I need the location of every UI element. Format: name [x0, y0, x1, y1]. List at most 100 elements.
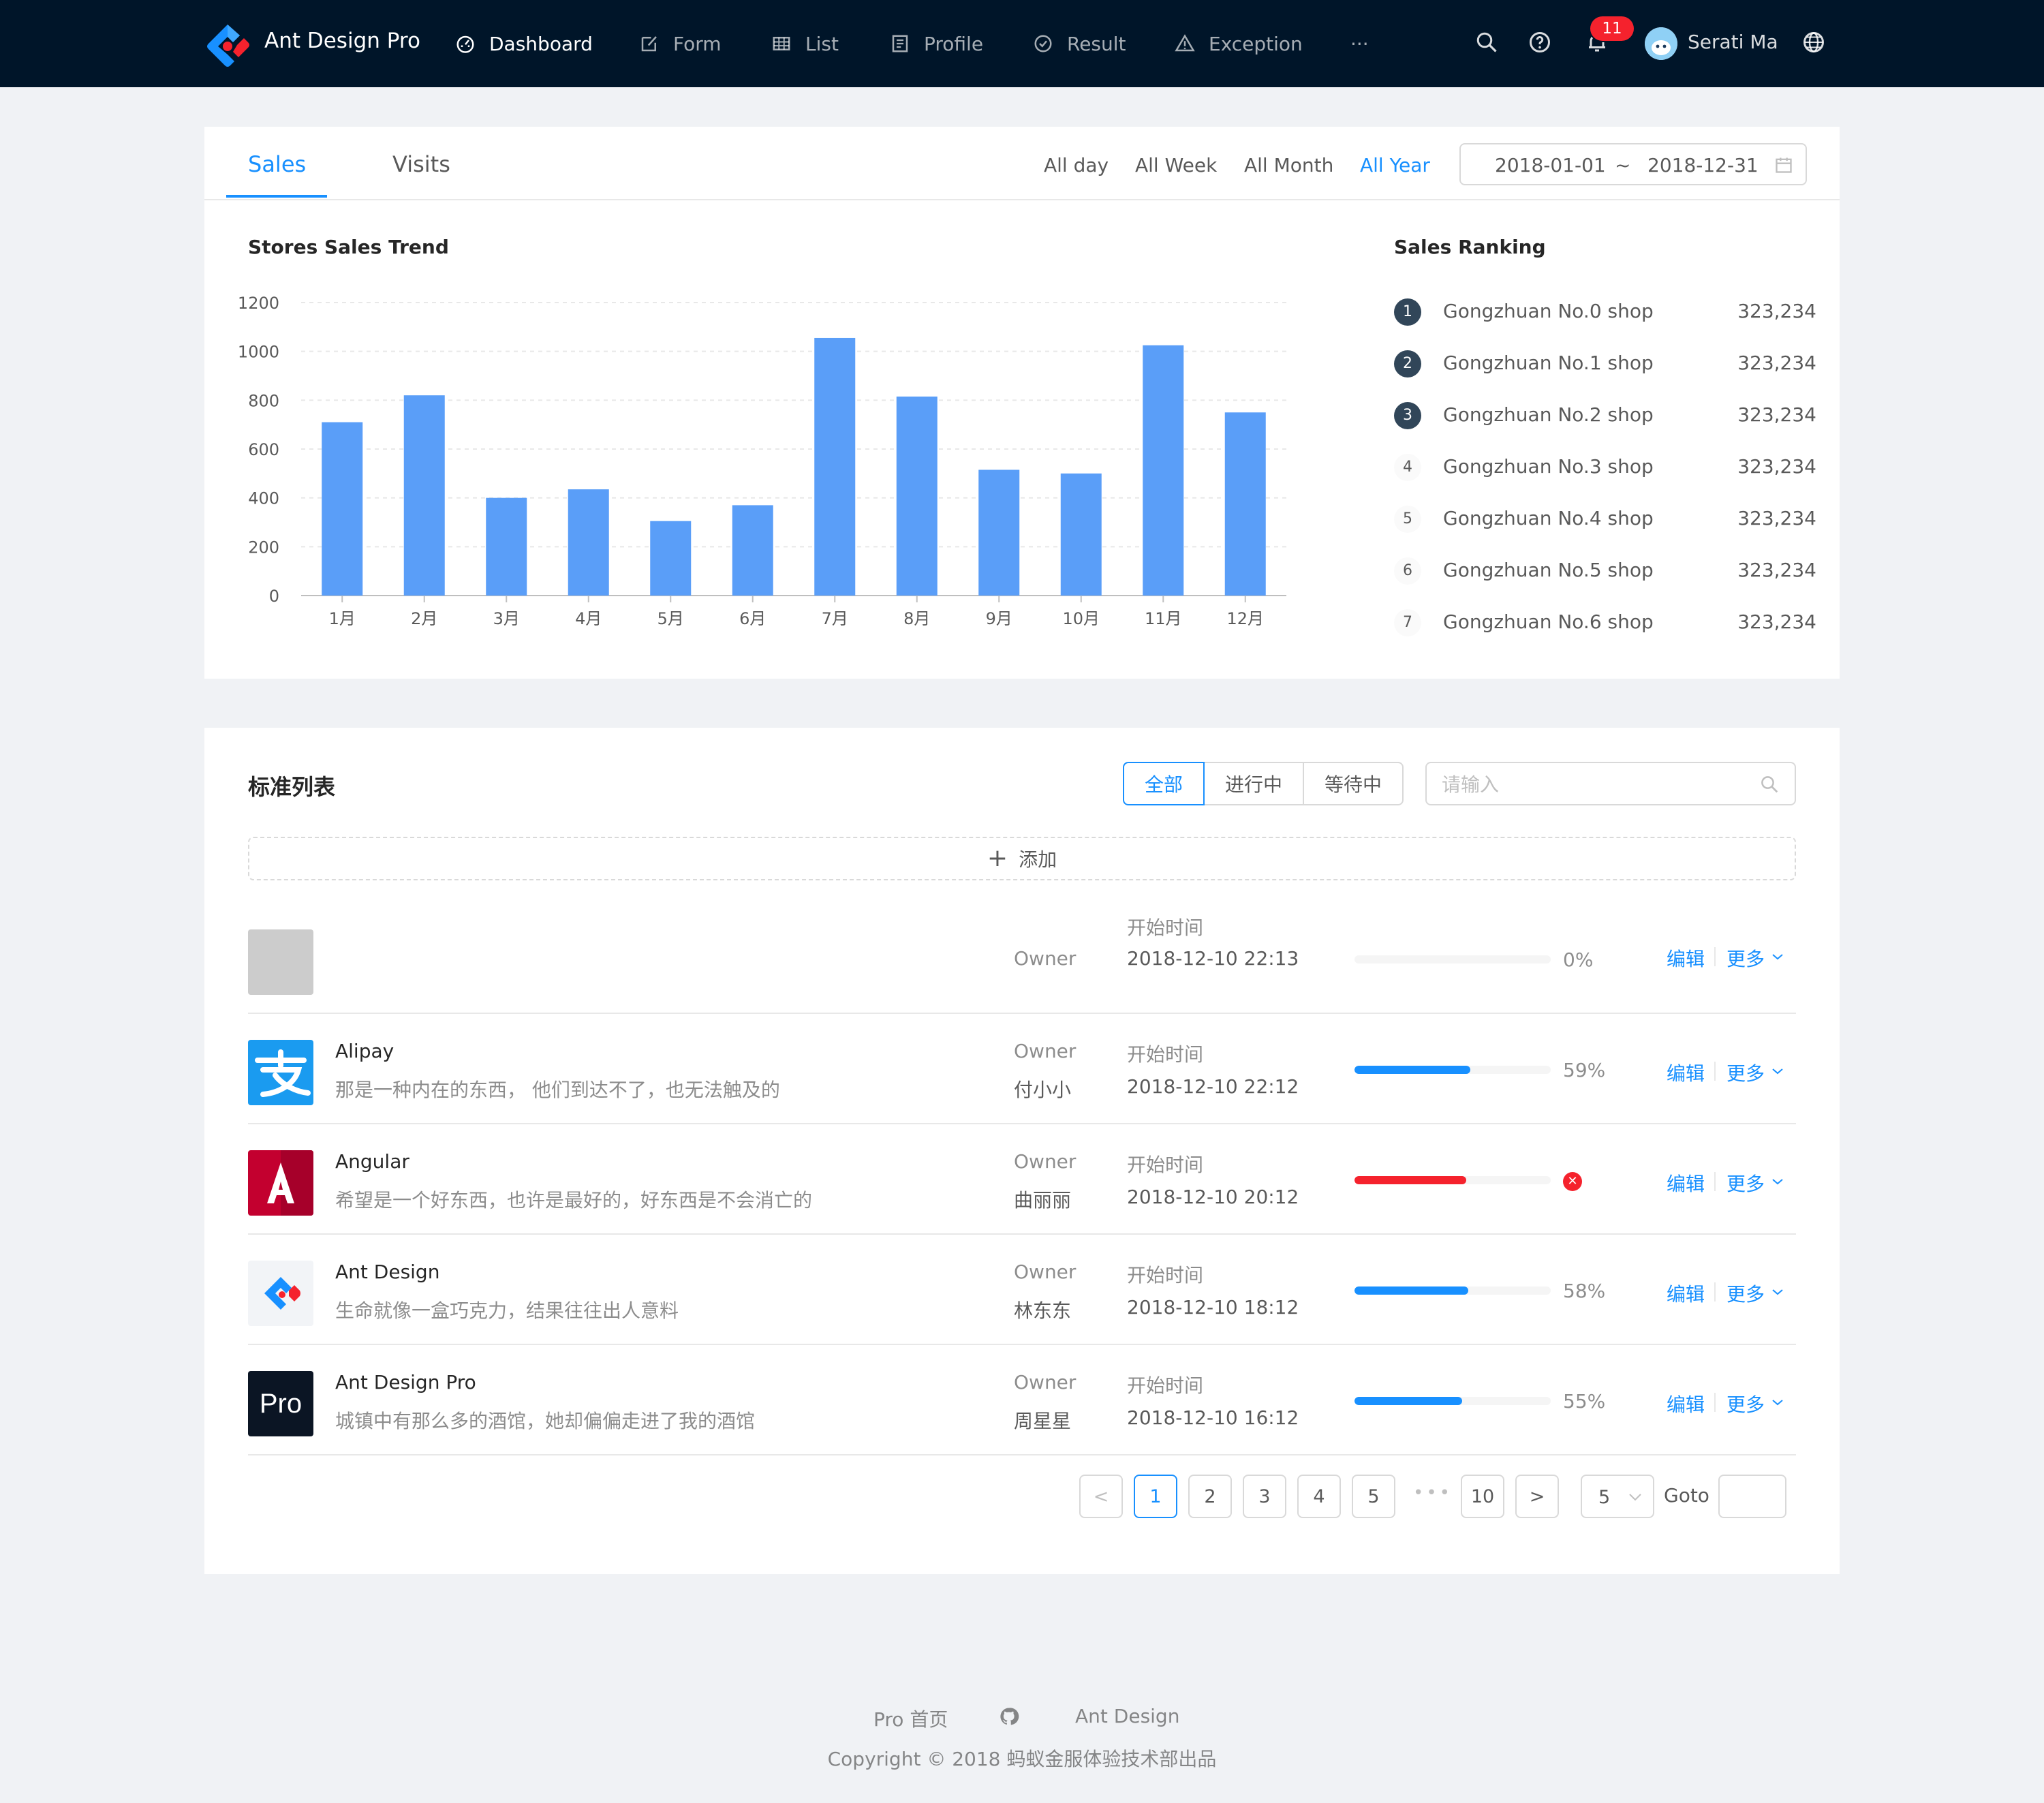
more-dropdown[interactable]: 更多: [1726, 944, 1765, 972]
filter-waiting-button[interactable]: 等待中: [1303, 762, 1404, 805]
chevron-down-icon[interactable]: [1771, 1177, 1784, 1186]
chart-x-tick-label: 2月: [411, 609, 437, 628]
chevron-down-icon[interactable]: [1771, 1398, 1784, 1406]
rank-value: 323,234: [1737, 403, 1816, 426]
progress-bar: [1354, 1066, 1551, 1074]
app-title[interactable]: Ant Design Pro: [264, 29, 420, 53]
chart-x-tick-label: 9月: [986, 609, 1012, 628]
nav-form[interactable]: Form: [639, 0, 722, 87]
status-filter-group: 全部 进行中 等待中: [1123, 762, 1404, 805]
chart-y-tick-label: 0: [269, 587, 279, 606]
rank-value: 323,234: [1737, 455, 1816, 478]
item-title[interactable]: Alipay: [335, 1040, 394, 1062]
owner-name: 林东东: [1014, 1299, 1072, 1322]
warning-icon: [1175, 34, 1195, 52]
help-icon[interactable]: [1528, 30, 1552, 55]
edit-link[interactable]: 编辑: [1667, 944, 1705, 972]
rank-number: 1: [1394, 298, 1421, 326]
ant-design-logo-icon[interactable]: [204, 22, 251, 68]
more-dropdown[interactable]: 更多: [1726, 1390, 1765, 1417]
rank-shop-name: Gongzhuan No.5 shop: [1443, 559, 1654, 581]
edit-link[interactable]: 编辑: [1667, 1059, 1705, 1086]
chart-bar: [1143, 345, 1184, 596]
more-dropdown[interactable]: 更多: [1726, 1059, 1765, 1086]
rank-shop-name: Gongzhuan No.2 shop: [1443, 403, 1654, 426]
page-size-select[interactable]: 5: [1581, 1475, 1654, 1518]
ranking-item: 4 Gongzhuan No.3 shop 323,234: [1394, 452, 1816, 481]
chart-y-tick-label: 1000: [238, 343, 279, 362]
chart-x-tick-label: 3月: [493, 609, 520, 628]
search-icon[interactable]: [1474, 30, 1499, 55]
check-circle-icon: [1034, 35, 1052, 52]
globe-icon[interactable]: [1801, 30, 1826, 55]
more-dropdown[interactable]: 更多: [1726, 1280, 1765, 1307]
add-item-button[interactable]: + 添加: [248, 837, 1796, 880]
edit-link[interactable]: 编辑: [1667, 1280, 1705, 1307]
progress-fill: [1354, 1286, 1469, 1295]
item-description: 城镇中有那么多的酒馆，她却偏偏走进了我的酒馆: [335, 1410, 756, 1432]
rank-shop-name: Gongzhuan No.3 shop: [1443, 455, 1654, 478]
pagination-jump-next[interactable]: •••: [1413, 1483, 1453, 1503]
chart-bar: [1224, 412, 1266, 596]
search-icon[interactable]: [1759, 774, 1780, 795]
progress-percent: 59%: [1563, 1059, 1606, 1081]
pagination-next-button[interactable]: >: [1515, 1475, 1559, 1518]
chevron-down-icon[interactable]: [1771, 1288, 1784, 1296]
chevron-down-icon[interactable]: [1771, 953, 1784, 961]
item-title[interactable]: Angular: [335, 1150, 409, 1173]
list-title: 标准列表: [248, 774, 336, 800]
chart-y-tick-label: 600: [248, 440, 279, 459]
nav-exception[interactable]: Exception: [1175, 0, 1303, 87]
pagination-page-3[interactable]: 3: [1243, 1475, 1286, 1518]
list-item: Angular 希望是一个好东西，也许是最好的，好东西是不会消亡的 Owner …: [248, 1123, 1796, 1235]
ranking-item: 5 Gongzhuan No.4 shop 323,234: [1394, 504, 1816, 533]
chart-bar: [403, 395, 445, 596]
filter-all-button[interactable]: 全部: [1123, 762, 1205, 805]
dashboard-icon: [456, 35, 474, 53]
pagination-page-2[interactable]: 2: [1188, 1475, 1232, 1518]
rank-value: 323,234: [1737, 300, 1816, 322]
pagination-page-1[interactable]: 1: [1134, 1475, 1177, 1518]
start-time: 2018-12-10 22:12: [1127, 1075, 1299, 1098]
chevron-down-icon[interactable]: [1771, 1067, 1784, 1075]
pagination-page-10[interactable]: 10: [1461, 1475, 1504, 1518]
chart-x-tick-label: 11月: [1145, 609, 1182, 628]
avatar[interactable]: [1645, 27, 1677, 60]
nav-profile[interactable]: Profile: [890, 0, 983, 87]
more-dropdown[interactable]: 更多: [1726, 1169, 1765, 1197]
filter-in-progress-button[interactable]: 进行中: [1203, 762, 1304, 805]
nav-result-label: Result: [1067, 32, 1126, 55]
action-divider: [1714, 1172, 1716, 1191]
chart-x-tick-label: 12月: [1226, 609, 1264, 628]
nav-more[interactable]: ···: [1350, 0, 1369, 87]
user-name[interactable]: Serati Ma: [1688, 31, 1778, 53]
ranking-item: 2 Gongzhuan No.1 shop 323,234: [1394, 349, 1816, 377]
goto-page-input[interactable]: [1718, 1475, 1786, 1518]
search-input[interactable]: [1440, 770, 1743, 799]
ranking-item: 3 Gongzhuan No.2 shop 323,234: [1394, 401, 1816, 429]
start-time-label: 开始时间: [1127, 1374, 1204, 1397]
nav-list[interactable]: List: [771, 0, 839, 87]
table-icon: [773, 37, 790, 50]
nav-dashboard[interactable]: Dashboard: [455, 0, 593, 87]
item-title[interactable]: Ant Design: [335, 1261, 439, 1283]
item-title[interactable]: Ant Design Pro: [335, 1371, 476, 1393]
chart-y-tick-label: 800: [248, 391, 279, 410]
github-icon[interactable]: [999, 1706, 1019, 1727]
list-item: Ant Design 生命就像一盒巧克力，结果往往出人意料 Owner 林东东 …: [248, 1233, 1796, 1345]
pagination-page-5[interactable]: 5: [1352, 1475, 1395, 1518]
nav-result[interactable]: Result: [1033, 0, 1126, 87]
add-item-label: 添加: [1019, 848, 1057, 871]
owner-name: 付小小: [1014, 1079, 1072, 1101]
owner-label: Owner: [1014, 1040, 1077, 1062]
start-time-label: 开始时间: [1127, 1264, 1204, 1286]
footer-link-ant-design[interactable]: Ant Design: [1075, 1705, 1179, 1727]
progress-fill: [1354, 1066, 1470, 1074]
pagination-prev-button[interactable]: <: [1079, 1475, 1123, 1518]
footer-link-pro-home[interactable]: Pro 首页: [873, 1705, 948, 1732]
owner-label: Owner: [1014, 1261, 1077, 1283]
pagination-page-4[interactable]: 4: [1297, 1475, 1341, 1518]
edit-link[interactable]: 编辑: [1667, 1169, 1705, 1197]
nav-profile-label: Profile: [924, 32, 984, 55]
edit-link[interactable]: 编辑: [1667, 1390, 1705, 1417]
